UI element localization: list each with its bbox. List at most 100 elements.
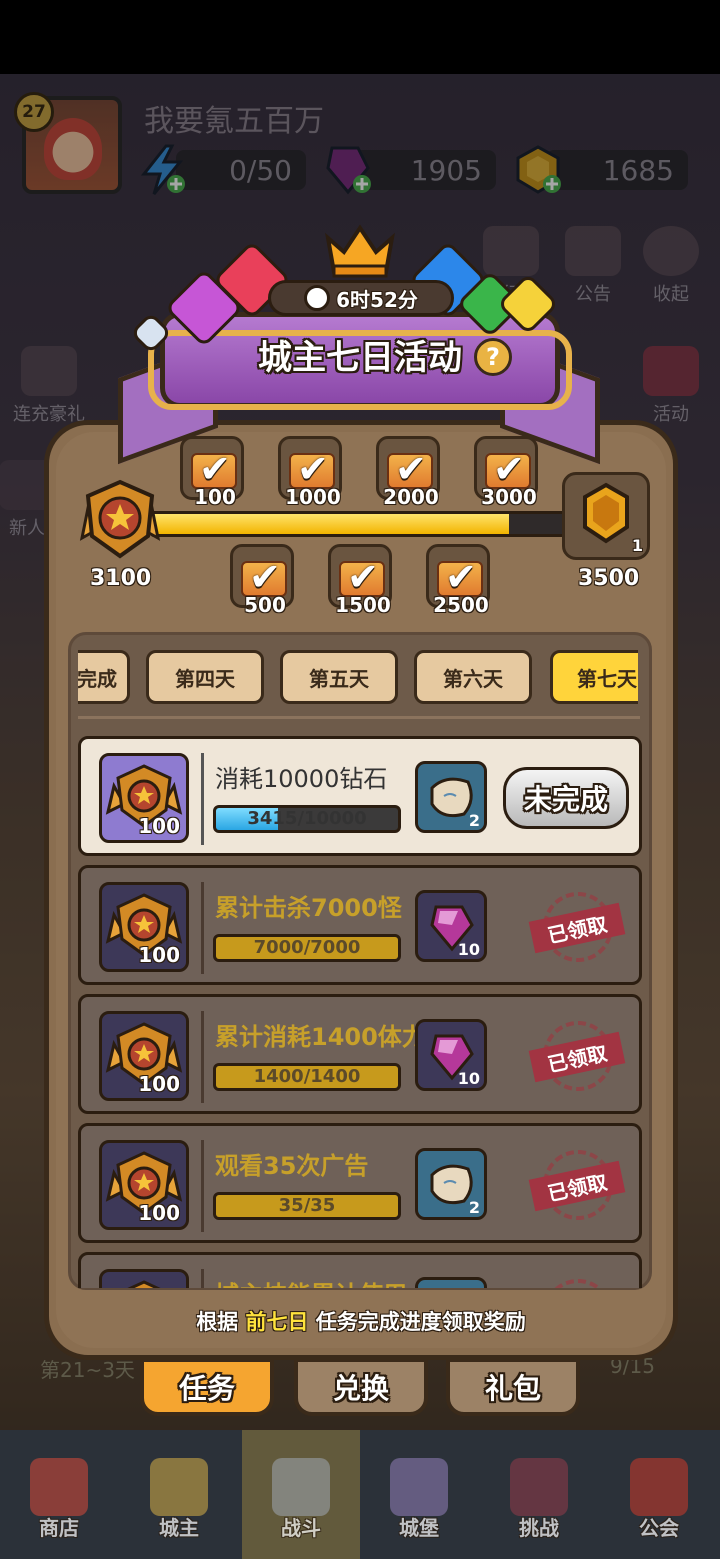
task-points-medal: 100 [99,1011,189,1101]
claimed-stamp: 已领取 [528,1150,626,1220]
tab-day-6[interactable]: 第六天 [414,650,532,704]
task-points-medal: 100 [99,1140,189,1230]
milestone-label: 1500 [335,593,391,617]
footer-note: 根据 前七日 任务完成进度领取奖励 [56,1306,666,1336]
help-icon[interactable]: ? [474,338,512,376]
medal-icon [127,1280,161,1288]
final-reward-count: 1 [631,536,643,555]
task-reward[interactable]: 10 [415,890,487,962]
rune-stone-icon [418,1280,484,1288]
task-card[interactable]: 100 观看35次广告 35/35 2 已领取 [78,1123,642,1243]
shop-icon [30,1458,88,1516]
task-card[interactable]: 100 累计击杀7000怪 7000/7000 10 已领取 [78,865,642,985]
nav-castle[interactable]: 城堡 [360,1430,478,1559]
task-points-medal: 100 [99,753,189,843]
task-separator [201,1140,204,1232]
milestone-label: 100 [194,485,236,509]
tab-tasks[interactable]: 任务 [140,1358,274,1416]
demon-icon [510,1458,568,1516]
task-progress-text: 3415/10000 [247,808,367,829]
task-card[interactable]: 100 城主技能累计使用 已领取 [78,1252,642,1288]
task-reward[interactable]: 2 [415,1148,487,1220]
task-name: 累计击杀7000怪 [215,894,402,922]
footer-highlight: 前七日 [245,1310,309,1334]
task-separator [201,1269,204,1288]
clock-icon [304,285,331,311]
task-progress-bar: 1400/1400 [213,1063,401,1091]
task-progress-text: 7000/7000 [253,937,361,958]
task-reward[interactable] [415,1277,487,1288]
tab-day-7[interactable]: 第七天 [550,650,638,704]
event-progress-fill [153,514,510,534]
milestone-chest[interactable]: ✔ 1500 [328,544,392,617]
claimed-stamp: 已领取 [528,892,626,962]
task-progress-bar: 3415/10000 [213,805,401,833]
countdown-timer: 6时52分 [268,280,454,316]
task-points-medal: 100 [99,1269,189,1288]
milestone-chest[interactable]: ✔ 1000 [278,436,342,509]
task-separator [201,882,204,974]
task-name: 观看35次广告 [215,1152,369,1180]
footer-suffix: 任务完成进度领取奖励 [308,1310,526,1334]
incomplete-button[interactable]: 未完成 [503,767,629,829]
task-name: 消耗10000钻石 [215,765,388,793]
tab-gift-pack[interactable]: 礼包 [446,1358,580,1416]
tab-exchange[interactable]: 兑换 [294,1358,428,1416]
tab-divider [78,716,640,719]
task-progress-text: 35/35 [278,1195,336,1216]
task-list[interactable]: 100 消耗10000钻石 3415/10000 2 未完成 100 累计击杀7000怪 70… [78,736,644,1288]
footer-prefix: 根据 [196,1310,246,1334]
milestone-chest[interactable]: ✔ 100 [180,436,244,509]
crown-icon [325,224,395,278]
reward-count: 10 [457,1069,480,1088]
task-progress-bar: 35/35 [213,1192,401,1220]
points-medal-icon [79,479,161,559]
reward-count: 2 [468,811,480,830]
nav-guild[interactable]: 公会 [600,1430,718,1559]
day-tabs: 完成 第四天 第五天 第六天 第七天 [78,646,638,712]
task-points-medal: 100 [99,882,189,972]
countdown-text: 6时52分 [336,287,418,312]
task-progress-text: 1400/1400 [253,1066,361,1087]
nav-label: 商店 [39,1516,79,1540]
task-reward[interactable]: 10 [415,1019,487,1091]
nav-label: 公会 [639,1516,679,1540]
milestone-chest[interactable]: ✔ 500 [230,544,294,617]
task-separator [201,1011,204,1103]
event-progress-bar [150,511,570,537]
reward-count: 2 [468,1198,480,1217]
tab-day-4[interactable]: 第四天 [146,650,264,704]
milestone-label: 1000 [285,485,341,509]
crown-icon [150,1458,208,1516]
nav-label: 挑战 [519,1516,559,1540]
nav-label: 城堡 [399,1516,439,1540]
claimed-stamp: 已领取 [531,1279,623,1288]
milestone-label: 2500 [433,593,489,617]
points-current: 3100 [90,566,152,591]
nav-battle[interactable]: 战斗 [242,1430,360,1559]
task-card[interactable]: 100 消耗10000钻石 3415/10000 2 未完成 [78,736,642,856]
reward-count: 10 [457,940,480,959]
nav-lord[interactable]: 城主 [120,1430,238,1559]
task-reward[interactable]: 2 [415,761,487,833]
milestone-chest[interactable]: ✔ 2500 [426,544,490,617]
milestone-chest[interactable]: ✔ 2000 [376,436,440,509]
nav-challenge[interactable]: 挑战 [480,1430,598,1559]
swords-icon [272,1458,330,1516]
nav-label: 城主 [159,1516,199,1540]
milestone-label: 3000 [481,485,537,509]
task-points: 100 [138,814,180,838]
tab-day-5[interactable]: 第五天 [280,650,398,704]
task-progress-bar: 7000/7000 [213,934,401,962]
task-points: 100 [138,943,180,967]
claimed-stamp: 已领取 [528,1021,626,1091]
milestone-label: 500 [244,593,286,617]
guild-banner-icon [630,1458,688,1516]
task-card[interactable]: 100 累计消耗1400体力 1400/1400 10 已领取 [78,994,642,1114]
castle-icon [390,1458,448,1516]
nav-shop[interactable]: 商店 [0,1430,118,1559]
points-max: 3500 [578,566,640,591]
final-reward-box[interactable]: 1 [562,472,650,560]
milestone-chest[interactable]: ✔ 3000 [474,436,538,509]
tab-day-3[interactable]: 完成 [78,650,130,704]
